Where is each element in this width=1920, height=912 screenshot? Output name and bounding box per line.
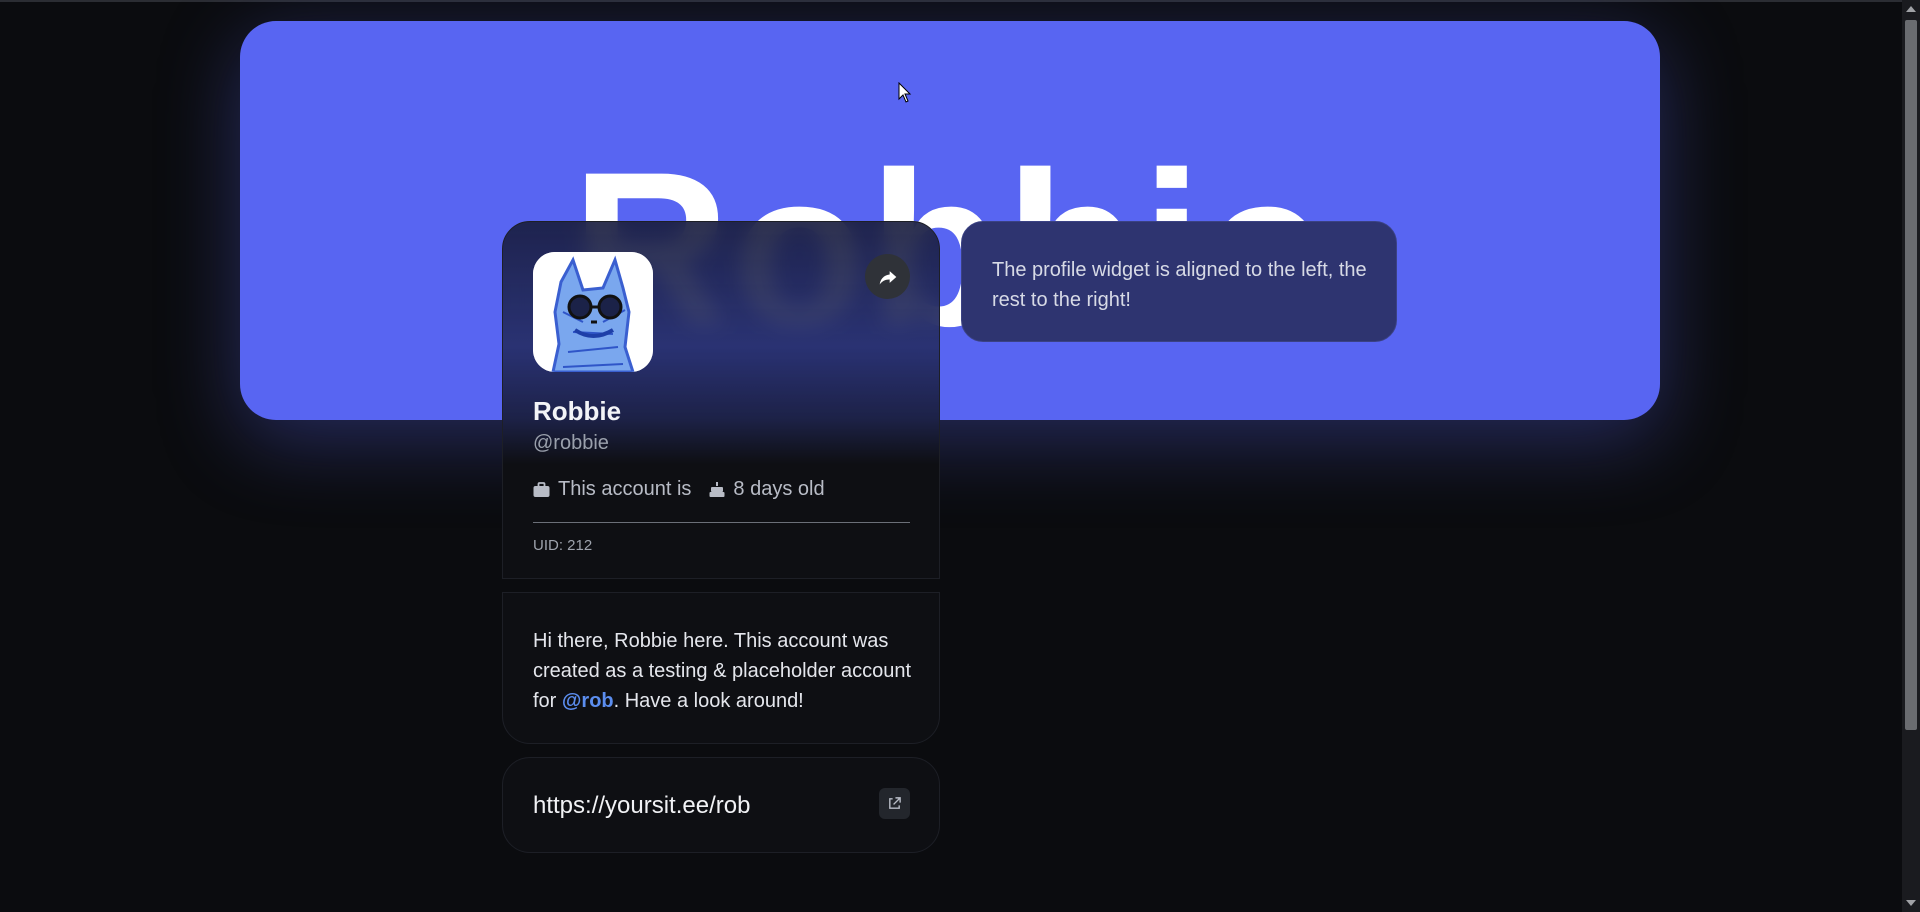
mouse-cursor-icon: [898, 82, 912, 103]
link-url[interactable]: https://yoursit.ee/rob: [533, 792, 750, 820]
profile-stats: This account is 8 days old: [533, 478, 843, 501]
profile-divider: [533, 522, 910, 523]
profile-banner: Robbie: [240, 21, 1660, 420]
avatar-drawing: [533, 252, 653, 372]
page-scrollbar[interactable]: [1902, 0, 1920, 912]
profile-handle: @robbie: [533, 432, 609, 454]
briefcase-icon: [533, 481, 550, 497]
info-panel: The profile widget is aligned to the lef…: [961, 221, 1397, 342]
bio-card: Hi there, Robbie here. This account was …: [502, 592, 940, 744]
profile-card: Robbie @robbie This account is 8 days ol…: [502, 221, 940, 579]
age-stat-label: 8 days old: [733, 478, 825, 500]
bio-text: Hi there, Robbie here. This account was …: [533, 626, 918, 716]
mention-link[interactable]: @rob: [562, 690, 614, 712]
scroll-down-icon[interactable]: [1906, 900, 1916, 906]
external-link-icon: [889, 797, 901, 809]
link-card[interactable]: https://yoursit.ee/rob: [502, 757, 940, 853]
banner-name: Robbie: [571, 126, 1329, 372]
account-stat: This account is: [533, 478, 691, 501]
share-arrow-icon: [879, 270, 896, 284]
info-text: The profile widget is aligned to the lef…: [992, 259, 1367, 311]
window-top-border: [0, 0, 1902, 2]
profile-display-name: Robbie: [533, 396, 622, 426]
profile-uid: UID: 212: [533, 537, 593, 554]
age-stat: 8 days old: [709, 478, 825, 501]
scroll-up-icon[interactable]: [1906, 6, 1916, 12]
external-link-button[interactable]: [879, 788, 910, 819]
avatar: [533, 252, 653, 372]
account-stat-label: This account is: [558, 478, 692, 500]
scroll-thumb[interactable]: [1905, 20, 1917, 730]
bio-text-end: . Have a look around!: [613, 690, 804, 712]
share-button[interactable]: [865, 254, 910, 299]
cake-icon: [709, 482, 725, 497]
